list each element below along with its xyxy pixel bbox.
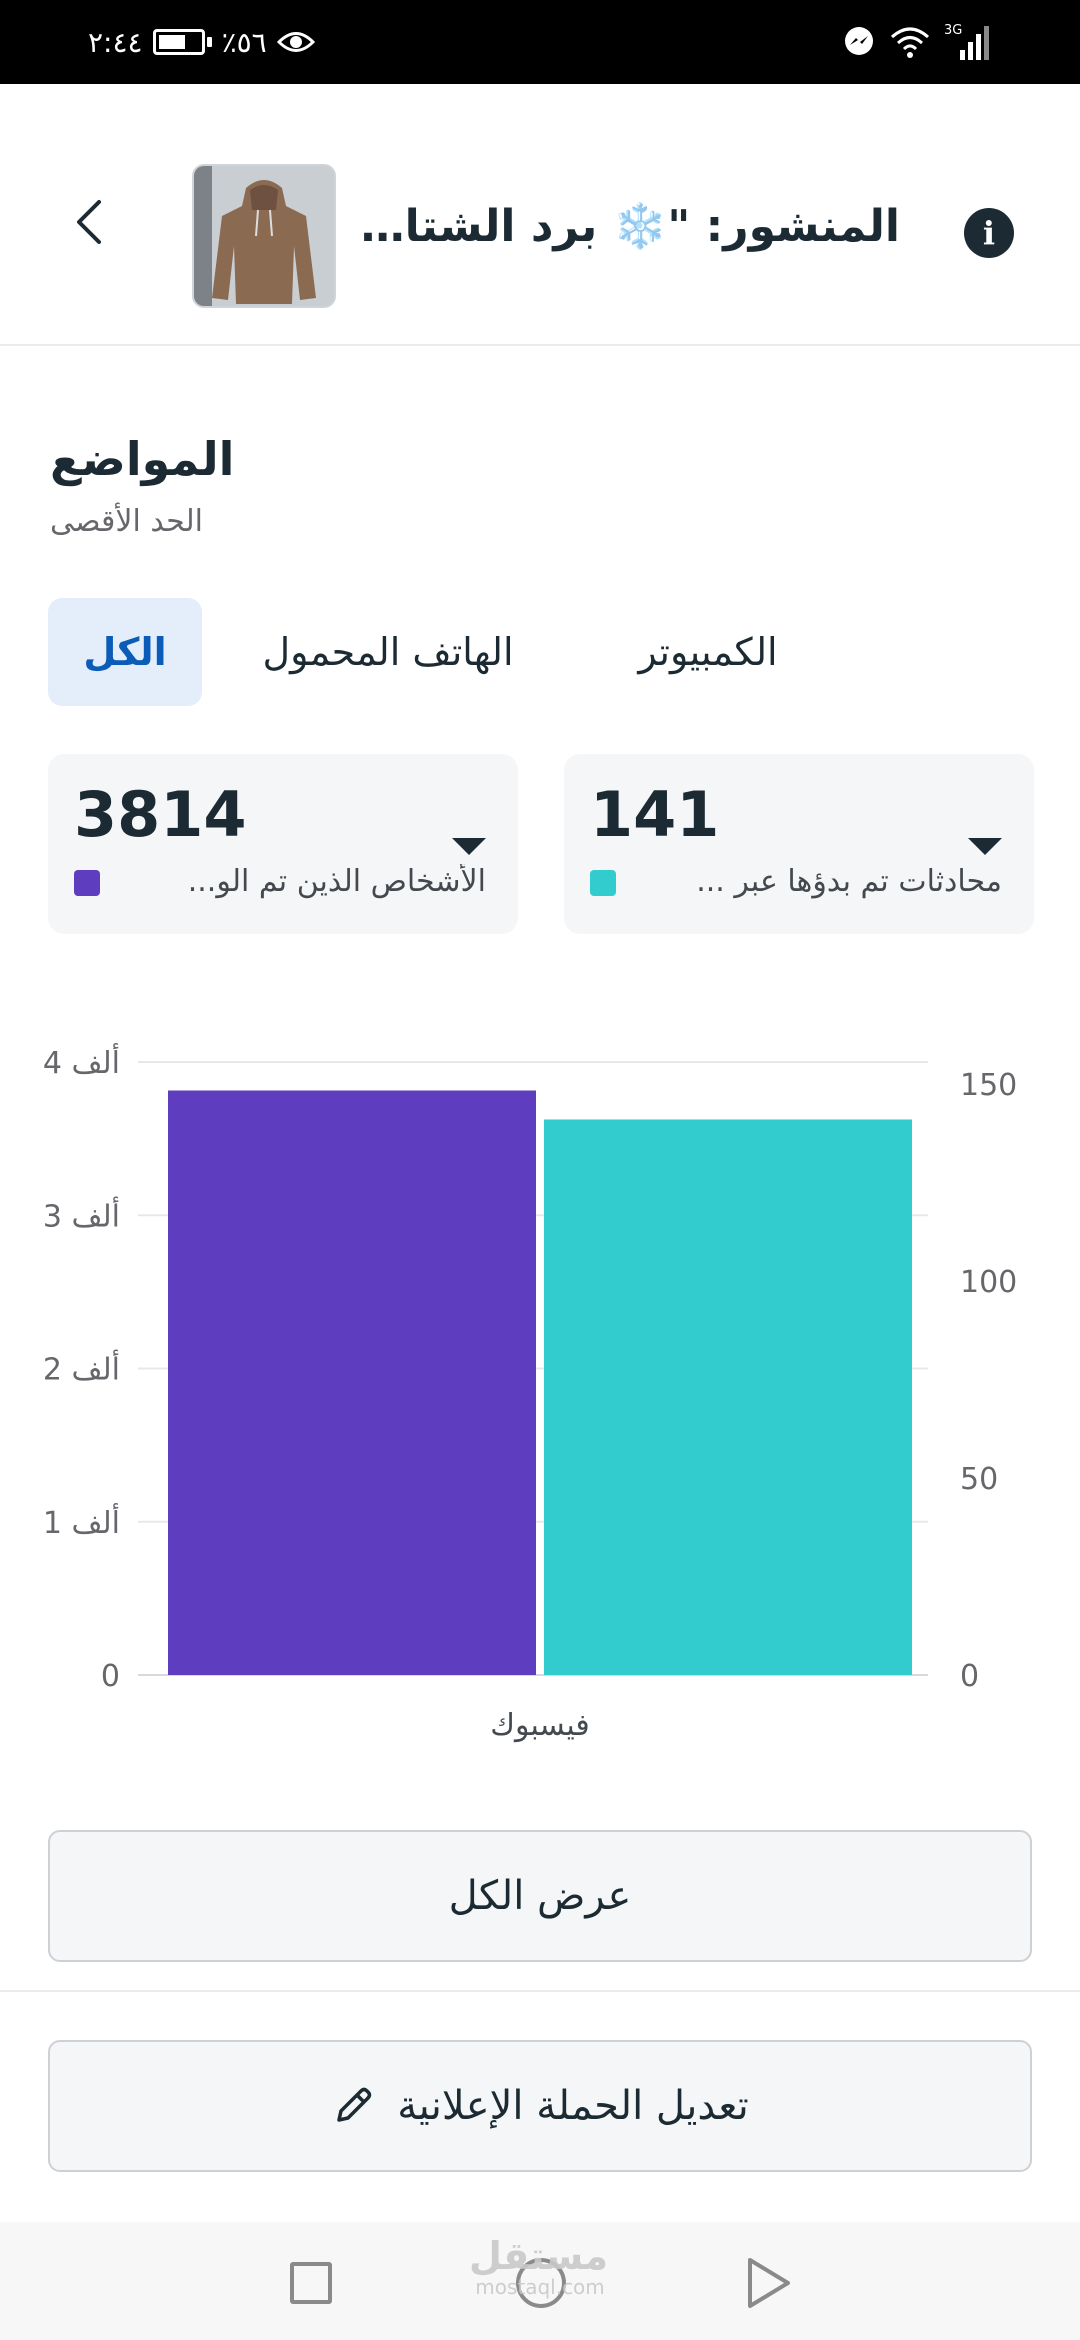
status-right: 3G <box>842 20 990 64</box>
metric-value: 3814 <box>74 778 247 851</box>
battery-percent: ٪٥٦ <box>221 25 267 59</box>
back-triangle-icon[interactable] <box>746 2256 792 2310</box>
right-tick-label: 100 <box>960 1265 1017 1300</box>
post-header: المنشور: "❄️ برد الشتاء ... i <box>0 84 1080 346</box>
section-subtitle: الحد الأقصى <box>50 504 203 539</box>
clock: ٢:٤٤ <box>88 25 143 59</box>
section-title: المواضع <box>50 432 235 486</box>
status-bar: ٢:٤٤ ٪٥٦ 3G <box>0 0 1080 84</box>
left-tick-label: 1 ألف <box>43 1502 120 1541</box>
caret-down-icon[interactable] <box>452 838 486 855</box>
bar-reached <box>168 1090 536 1675</box>
category-label: فيسبوك <box>490 1708 589 1743</box>
hoodie-image <box>194 166 334 306</box>
recents-button[interactable] <box>290 2262 332 2304</box>
back-button[interactable] <box>52 186 124 258</box>
tab-mobile[interactable]: الهاتف المحمول <box>248 598 528 706</box>
legend-swatch <box>590 870 616 896</box>
metric-label: الأشخاص الذين تم الو... <box>187 864 486 899</box>
post-thumbnail[interactable] <box>192 164 336 308</box>
watermark-latin: mostaql.com <box>475 2275 605 2299</box>
info-icon[interactable]: i <box>964 208 1014 258</box>
edit-campaign-button[interactable]: تعديل الحملة الإعلانية <box>48 2040 1032 2172</box>
placement-chart: 0 1 ألف 2 ألف 3 ألف 4 ألف 0 50 100 150 فيسبوك <box>0 1020 1080 1760</box>
metric-label: محادثات تم بدؤها عبر ... <box>696 864 1002 899</box>
view-all-label: عرض الكل <box>448 1873 632 1919</box>
post-title: المنشور: "❄️ برد الشتاء ... <box>360 201 900 252</box>
left-tick-label: 0 <box>101 1659 120 1694</box>
right-tick-label: 50 <box>960 1462 998 1497</box>
tab-desktop[interactable]: الكمبيوتر <box>588 598 828 706</box>
divider <box>0 1990 1080 1992</box>
chevron-left-icon <box>77 200 101 244</box>
wifi-icon <box>891 27 929 58</box>
left-tick-label: 2 ألف <box>43 1349 120 1388</box>
left-tick-label: 3 ألف <box>43 1195 120 1234</box>
metric-card-conversations[interactable]: 141 محادثات تم بدؤها عبر ... <box>564 754 1034 934</box>
placement-tabs: الكل الهاتف المحمول الكمبيوتر <box>48 598 1028 706</box>
signal-icon: 3G <box>944 23 989 60</box>
view-all-button[interactable]: عرض الكل <box>48 1830 1032 1962</box>
left-tick-label: 4 ألف <box>43 1042 120 1081</box>
messenger-icon <box>845 27 873 55</box>
bar-conversations <box>544 1119 912 1675</box>
legend-swatch <box>74 870 100 896</box>
eye-icon <box>276 32 315 52</box>
system-nav-bar: مستقل mostaql.com <box>0 2222 1080 2340</box>
caret-down-icon[interactable] <box>968 838 1002 855</box>
metric-value: 141 <box>590 778 720 851</box>
battery-tip <box>206 37 212 47</box>
status-left: ٢:٤٤ ٪٥٦ <box>88 22 315 62</box>
watermark-arabic: مستقل <box>469 2234 608 2278</box>
metric-card-reached[interactable]: 3814 الأشخاص الذين تم الو... <box>48 754 518 934</box>
right-tick-label: 0 <box>960 1659 979 1694</box>
right-tick-label: 150 <box>960 1068 1017 1103</box>
bar-chart: 0 1 ألف 2 ألف 3 ألف 4 ألف 0 50 100 150 فيسبوك <box>43 1042 1017 1743</box>
battery-icon <box>152 29 205 55</box>
pencil-icon <box>337 2087 372 2122</box>
network-type-label: 3G <box>944 23 962 38</box>
tab-all[interactable]: الكل <box>48 598 202 706</box>
watermark-logo: مستقل mostaql.com <box>469 2234 608 2299</box>
edit-campaign-label: تعديل الحملة الإعلانية <box>397 2083 749 2129</box>
